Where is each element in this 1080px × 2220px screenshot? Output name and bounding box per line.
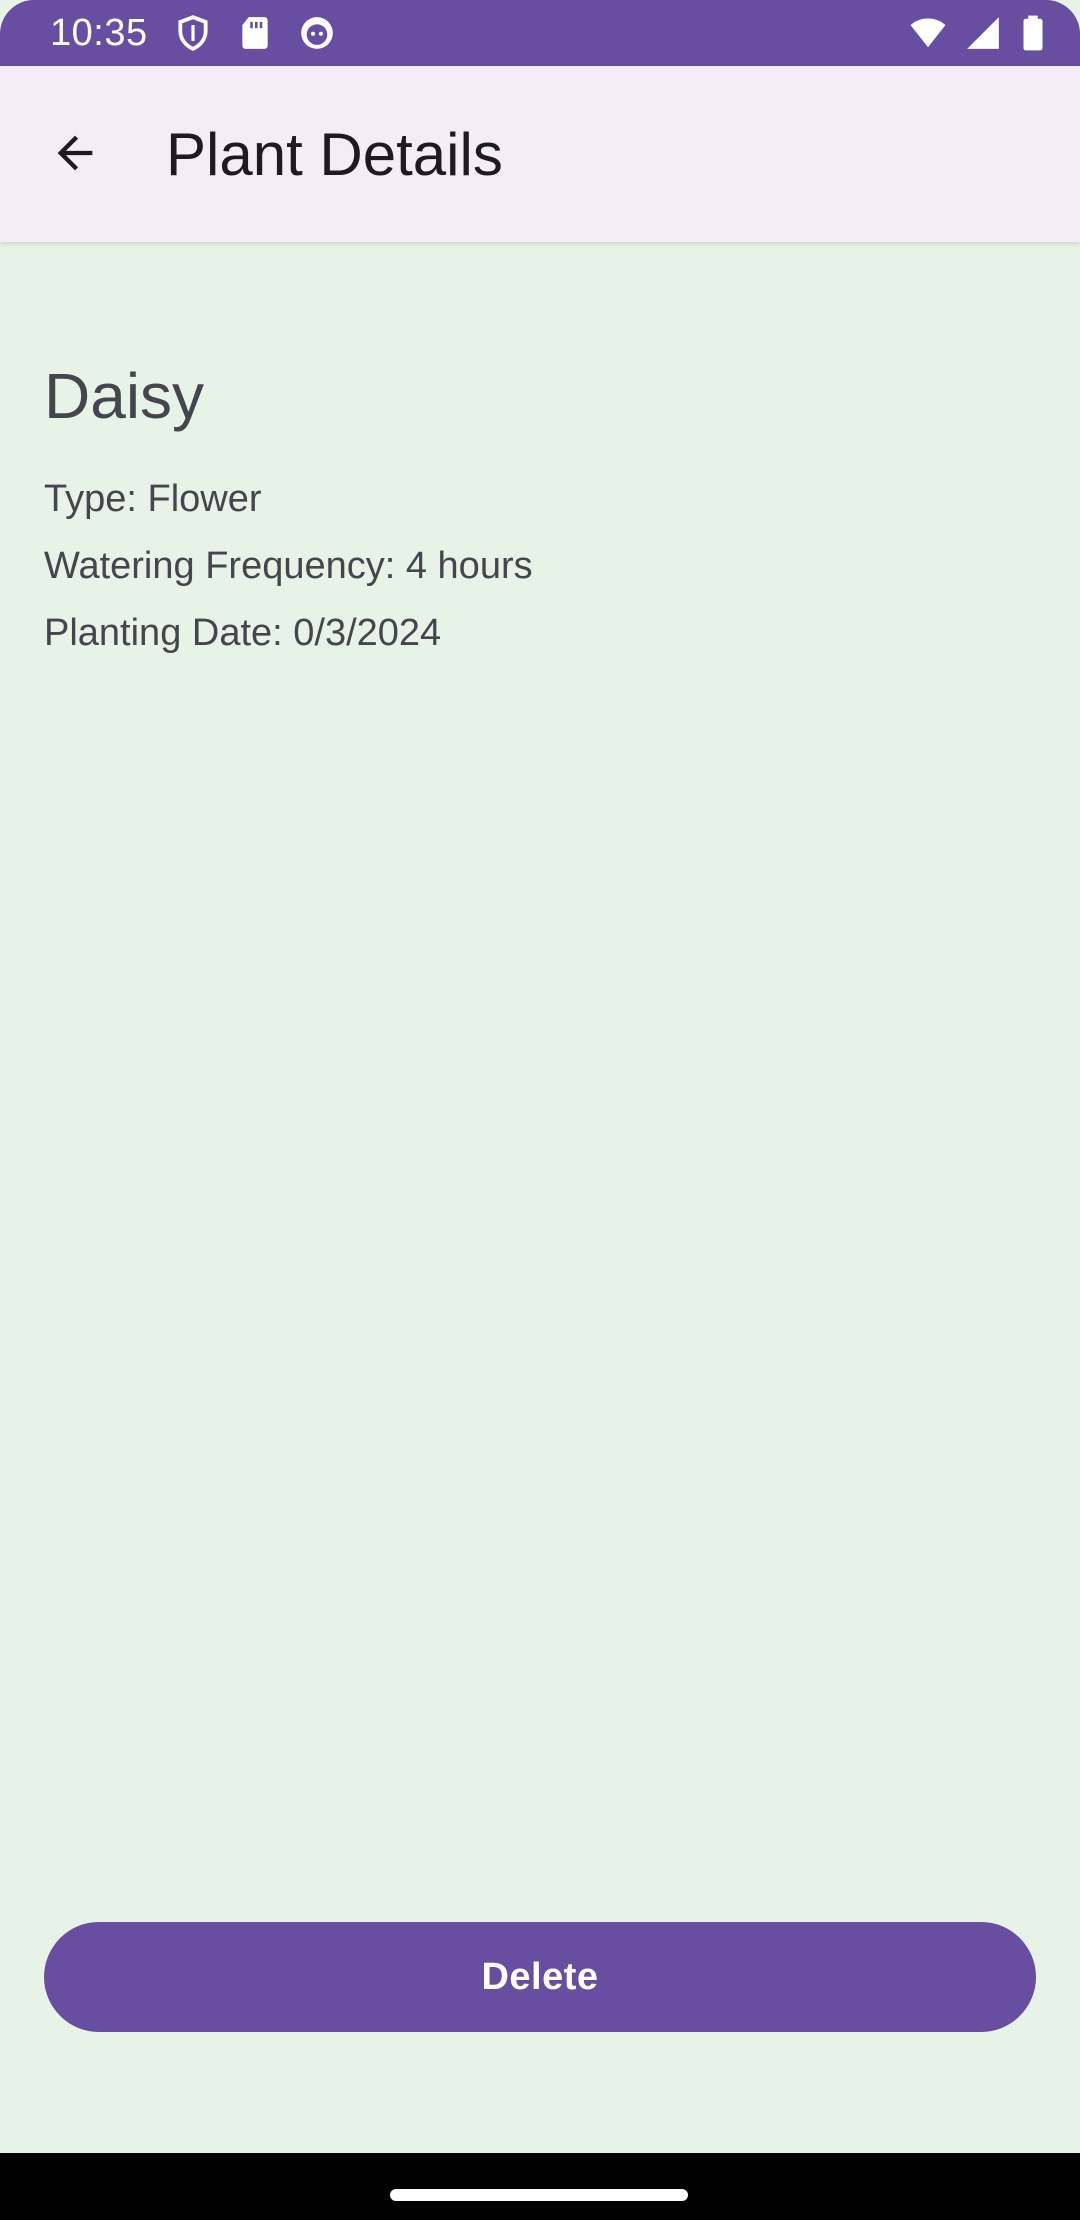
plant-planting-date: Planting Date: 0/3/2024 xyxy=(44,612,442,654)
signal-icon xyxy=(964,14,1002,52)
status-left-icons xyxy=(174,14,336,52)
delete-button[interactable]: Delete xyxy=(44,1922,1036,2032)
status-bar: 10:35 xyxy=(0,0,1080,66)
battery-icon xyxy=(1020,14,1046,52)
face-icon xyxy=(298,14,336,52)
plant-name: Daisy xyxy=(44,360,205,432)
home-handle[interactable] xyxy=(390,2189,688,2201)
plant-watering-frequency: Watering Frequency: 4 hours xyxy=(44,545,533,587)
navigation-bar xyxy=(0,2153,1080,2220)
status-right-icons xyxy=(908,14,1046,52)
plant-type: Type: Flower xyxy=(44,478,262,520)
status-time: 10:35 xyxy=(50,12,148,54)
top-app-bar: Plant Details xyxy=(0,66,1080,242)
page-title: Plant Details xyxy=(166,121,503,188)
arrow-back-icon xyxy=(49,127,101,184)
plant-details-content: Daisy Type: Flower Watering Frequency: 4… xyxy=(44,242,1036,656)
shield-icon xyxy=(174,14,212,52)
back-button[interactable] xyxy=(30,110,120,200)
wifi-icon xyxy=(908,14,946,52)
sd-card-icon xyxy=(236,14,274,52)
